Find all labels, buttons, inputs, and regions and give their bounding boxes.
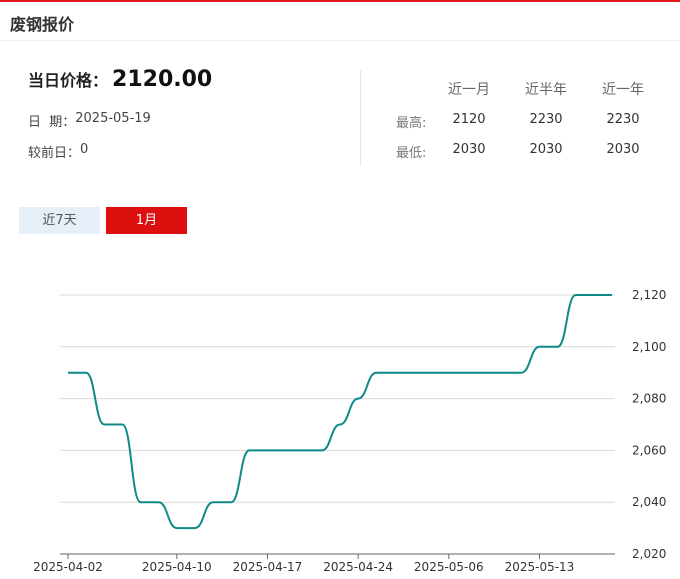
x-tick-label: 2025-04-02 — [33, 560, 103, 574]
change-value: 0 — [80, 142, 89, 157]
panel-title: 废钢报价 — [10, 15, 75, 34]
stats-high-month: 2120 — [452, 112, 486, 127]
date-row: 日 期： 2025-05-19 — [28, 111, 151, 130]
stats-divider — [360, 70, 361, 166]
x-tick-label: 2025-04-17 — [233, 560, 303, 574]
tab-7-days[interactable]: 近7天 — [19, 207, 100, 234]
price-line-chart: 2,020 2,040 2,060 2,080 2,100 2,120 2025-04-02… — [33, 288, 666, 574]
current-price-value: 2120.00 — [112, 67, 213, 92]
stats-low-halfyear: 2030 — [529, 142, 563, 157]
change-row: 较前日： 0 — [28, 142, 88, 161]
x-tick-label: 2025-04-24 — [323, 560, 393, 574]
change-label: 较前日： — [28, 146, 81, 161]
x-tick-label: 2025-05-13 — [505, 560, 575, 574]
stats-header-month: 近一月 — [448, 82, 490, 98]
tab-1-month[interactable]: 1月 — [106, 207, 187, 234]
current-price-label: 当日价格： — [28, 71, 109, 90]
y-tick-label: 2,120 — [632, 288, 666, 302]
x-tick-label: 2025-04-10 — [142, 560, 212, 574]
panel-header: 废钢报价 — [0, 2, 680, 41]
y-tick-label: 2,060 — [632, 443, 666, 457]
y-tick-label: 2,020 — [632, 547, 666, 561]
stats-high-halfyear: 2230 — [529, 112, 563, 127]
stats-header-halfyear: 近半年 — [525, 82, 567, 98]
y-tick-label: 2,080 — [632, 392, 666, 406]
stats-header-year: 近一年 — [602, 82, 644, 98]
stats-low-year: 2030 — [606, 142, 640, 157]
date-label: 日 期： — [28, 115, 76, 130]
y-tick-label: 2,100 — [632, 340, 666, 354]
price-series-line — [68, 294, 612, 530]
stats-low-month: 2030 — [452, 142, 486, 157]
current-price: 当日价格： 2120.00 — [28, 67, 212, 92]
y-tick-label: 2,040 — [632, 495, 666, 509]
stats-high-year: 2230 — [606, 112, 640, 127]
x-tick-label: 2025-05-06 — [414, 560, 484, 574]
date-value: 2025-05-19 — [75, 111, 151, 126]
